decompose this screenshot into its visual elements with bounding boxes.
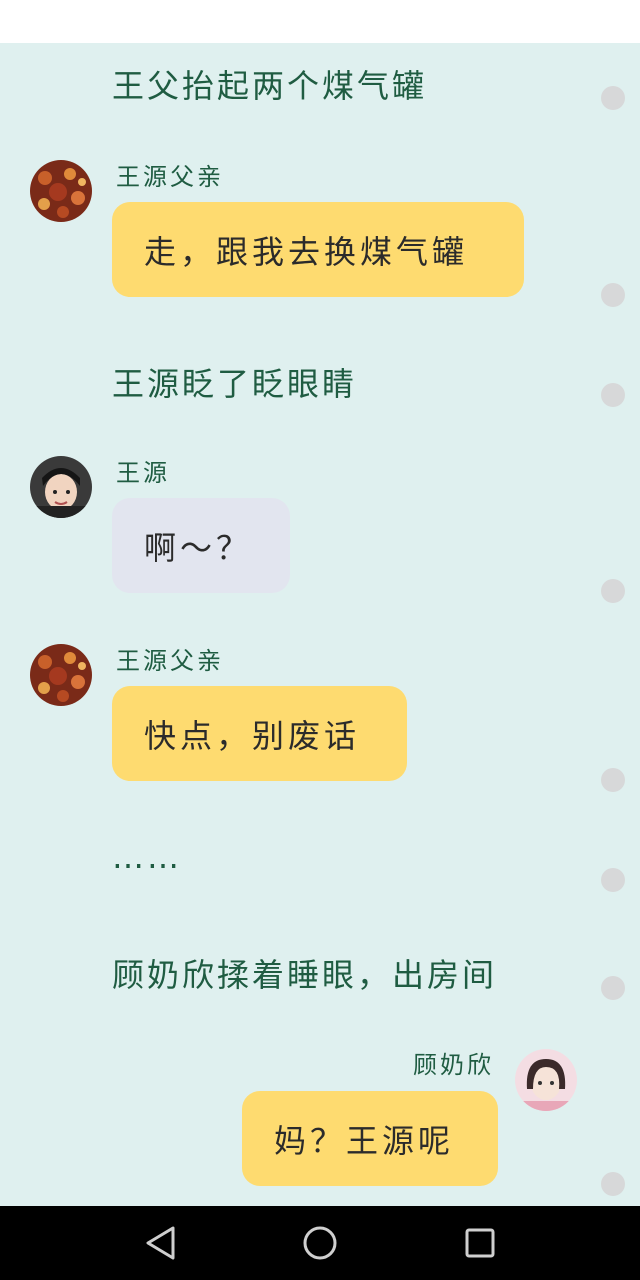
side-dot xyxy=(601,86,625,110)
home-circle-icon[interactable] xyxy=(295,1218,345,1268)
narration-line: 顾奶欣揉着睡眼，出房间 xyxy=(112,956,498,994)
message-bubble[interactable]: 快点，别废话 xyxy=(112,686,407,781)
side-dot xyxy=(601,868,625,892)
sender-name: 顾奶欣 xyxy=(413,1051,494,1079)
chat-area[interactable]: 王父抬起两个煤气罐 王源父亲 走，跟我去换煤气罐 王源眨了眨眼睛 王源 啊～？ xyxy=(0,43,640,1206)
side-dot xyxy=(601,383,625,407)
side-dot xyxy=(601,579,625,603)
side-dot xyxy=(601,976,625,1000)
narration-line: 王父抬起两个煤气罐 xyxy=(112,67,428,105)
sender-name: 王源父亲 xyxy=(116,647,224,675)
sender-name: 王源父亲 xyxy=(116,163,224,191)
side-dot xyxy=(601,283,625,307)
father-avatar[interactable] xyxy=(30,644,92,706)
sender-name: 王源 xyxy=(116,459,170,487)
girl-avatar[interactable] xyxy=(515,1049,577,1111)
top-status-area xyxy=(0,0,640,43)
narration-line: 王源眨了眨眼睛 xyxy=(112,365,358,403)
father-avatar[interactable] xyxy=(30,160,92,222)
navigation-bar xyxy=(0,1206,640,1280)
side-dot xyxy=(601,768,625,792)
side-dot xyxy=(601,1172,625,1196)
narration-line: …… xyxy=(112,838,182,876)
message-bubble[interactable]: 走，跟我去换煤气罐 xyxy=(112,202,524,297)
boy-avatar[interactable] xyxy=(30,456,92,518)
message-bubble[interactable]: 啊～？ xyxy=(112,498,290,593)
message-bubble[interactable]: 妈？王源呢 xyxy=(242,1091,498,1186)
recents-square-icon[interactable] xyxy=(455,1218,505,1268)
back-triangle-icon[interactable] xyxy=(135,1218,185,1268)
